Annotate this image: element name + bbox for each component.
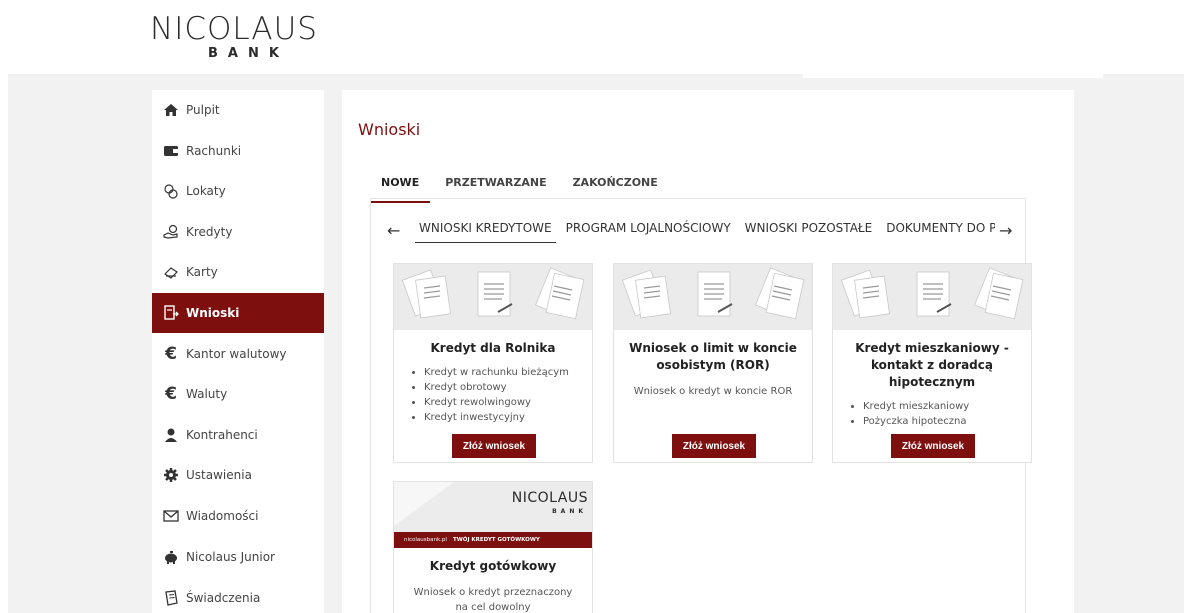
sidebar-item-wnioski[interactable]: Wnioski: [152, 293, 324, 333]
apply-button[interactable]: Złóż wniosek: [672, 434, 756, 458]
sidebar-item-label: Pulpit: [186, 103, 220, 117]
card-description: Wniosek o kredyt przeznaczony na cel dow…: [413, 587, 573, 613]
card-icon: [162, 264, 180, 280]
list-item: Kredyt w rachunku bieżącym: [424, 365, 592, 380]
list-item: Kredyt mieszkaniowy: [863, 399, 1031, 414]
notebook-icon: [162, 590, 180, 606]
application-card: Wniosek o limit w koncie osobistym (ROR)…: [613, 263, 813, 463]
documents-illustration: [394, 264, 592, 330]
gear-icon: [162, 467, 180, 483]
tab-wnioski-kredytowe[interactable]: WNIOSKI KREDYTOWE: [415, 218, 556, 243]
document-icon: [162, 305, 180, 321]
documents-illustration: [614, 264, 812, 330]
sidebar-item-label: Kontrahenci: [186, 428, 258, 442]
category-tabs: ← WNIOSKI KREDYTOWE PROGRAM LOJALNOŚCIOWY…: [371, 217, 1025, 247]
tab-wnioski-pozostale[interactable]: WNIOSKI POZOSTAŁE: [741, 218, 877, 242]
sidebar-item-waluty[interactable]: € Waluty: [152, 374, 324, 414]
application-card: Kredyt dla Rolnika Kredyt w rachunku bie…: [393, 263, 593, 463]
card-title: Wniosek o limit w koncie osobistym (ROR): [629, 341, 797, 372]
coins-icon: [162, 183, 180, 199]
card-features: Kredyt w rachunku bieżącym Kredyt obroto…: [424, 365, 592, 425]
page-title: Wnioski: [358, 120, 421, 139]
sidebar-item-label: Kredyty: [186, 225, 233, 239]
sidebar-item-label: Kantor walutowy: [186, 347, 287, 361]
banner-slogan: TWÓJ KREDYT GOTÓWKOWY: [452, 537, 540, 543]
arrow-right-icon[interactable]: →: [999, 221, 1012, 240]
card-title: Kredyt mieszkaniowy -kontakt z doradcą h…: [855, 341, 1009, 389]
tab-panel: ← WNIOSKI KREDYTOWE PROGRAM LOJALNOŚCIOWY…: [370, 198, 1032, 613]
banner-logo: NICOLAUS: [511, 490, 588, 506]
application-card: NICOLAUS BANK nicolausbank.pl TWÓJ KREDY…: [393, 481, 593, 613]
banner-strip: nicolausbank.pl TWÓJ KREDYT GOTÓWKOWY: [394, 532, 592, 548]
sidebar-item-kontrahenci[interactable]: Kontrahenci: [152, 415, 324, 455]
sidebar-item-label: Rachunki: [186, 144, 242, 158]
sidebar-item-label: Świadczenia: [186, 591, 261, 605]
logo-sub: BANK: [208, 46, 289, 61]
application-card: Kredyt mieszkaniowy -kontakt z doradcą h…: [832, 263, 1032, 463]
sidebar-item-kantor-walutowy[interactable]: € Kantor walutowy: [152, 334, 324, 374]
sidebar-item-kredyty[interactable]: Kredyty: [152, 212, 324, 252]
sidebar-item-label: Wiadomości: [186, 509, 259, 523]
header: NICOLAUS BANK: [0, 0, 1184, 74]
logo-name: NICOLAUS: [150, 11, 318, 47]
sidebar-item-label: Waluty: [186, 387, 228, 401]
sidebar-item-wiadomosci[interactable]: Wiadomości: [152, 496, 324, 536]
banner-site: nicolausbank.pl: [404, 537, 447, 543]
euro-icon: €: [165, 344, 177, 364]
piggy-bank-icon: [162, 549, 180, 565]
sidebar-item-swiadczenia[interactable]: Świadczenia: [152, 578, 324, 613]
card-title: Kredyt dla Rolnika: [430, 341, 556, 355]
documents-illustration: [833, 264, 1031, 330]
apply-button[interactable]: Złóż wniosek: [891, 434, 975, 458]
cash-loan-banner: NICOLAUS BANK nicolausbank.pl TWÓJ KREDY…: [394, 482, 592, 548]
wallet-icon: [162, 143, 180, 159]
list-item: Kredyt rewolwingowy: [424, 395, 592, 410]
sidebar-item-label: Lokaty: [186, 184, 226, 198]
category-tabs-row: WNIOSKI KREDYTOWE PROGRAM LOJALNOŚCIOWY WN…: [415, 217, 995, 243]
sidebar-item-label: Nicolaus Junior: [186, 550, 275, 564]
top-strip: [803, 74, 1103, 78]
list-item: Pożyczka hipoteczna: [863, 414, 1031, 429]
main-panel: Wnioski NOWE PRZETWARZANE ZAKOŃCZONE ← W…: [342, 90, 1074, 613]
sidebar-item-label: Ustawienia: [186, 468, 252, 482]
sidebar-item-pulpit[interactable]: Pulpit: [152, 90, 324, 130]
euro-icon: €: [165, 384, 177, 404]
logo[interactable]: NICOLAUS BANK: [150, 12, 320, 62]
hand-coin-icon: [162, 224, 180, 240]
tab-dokumenty[interactable]: DOKUMENTY DO P: [882, 218, 995, 242]
mail-icon: [162, 508, 180, 524]
banner-logo-sub: BANK: [552, 508, 587, 515]
sidebar-item-nicolaus-junior[interactable]: Nicolaus Junior: [152, 537, 324, 577]
card-description: Wniosek o kredyt w koncie ROR: [633, 386, 793, 397]
home-icon: [162, 102, 180, 118]
sidebar-item-karty[interactable]: Karty: [152, 252, 324, 292]
card-title: Kredyt gotówkowy: [429, 559, 557, 573]
list-item: Kredyt inwestycyjny: [424, 410, 592, 425]
arrow-left-icon[interactable]: ←: [387, 221, 400, 240]
sidebar-item-lokaty[interactable]: Lokaty: [152, 171, 324, 211]
sidebar-item-rachunki[interactable]: Rachunki: [152, 131, 324, 171]
sidebar: Pulpit Rachunki Lokaty Kredyty Karty Wni…: [152, 90, 324, 613]
person-icon: [162, 427, 180, 443]
sidebar-item-ustawienia[interactable]: Ustawienia: [152, 455, 324, 495]
apply-button[interactable]: Złóż wniosek: [452, 434, 536, 458]
tab-program-lojalnosciowy[interactable]: PROGRAM LOJALNOŚCIOWY: [562, 218, 735, 242]
list-item: Kredyt obrotowy: [424, 380, 592, 395]
sidebar-item-label: Wnioski: [186, 306, 240, 320]
sidebar-item-label: Karty: [186, 265, 218, 279]
card-features: Kredyt mieszkaniowy Pożyczka hipoteczna: [863, 399, 1031, 429]
